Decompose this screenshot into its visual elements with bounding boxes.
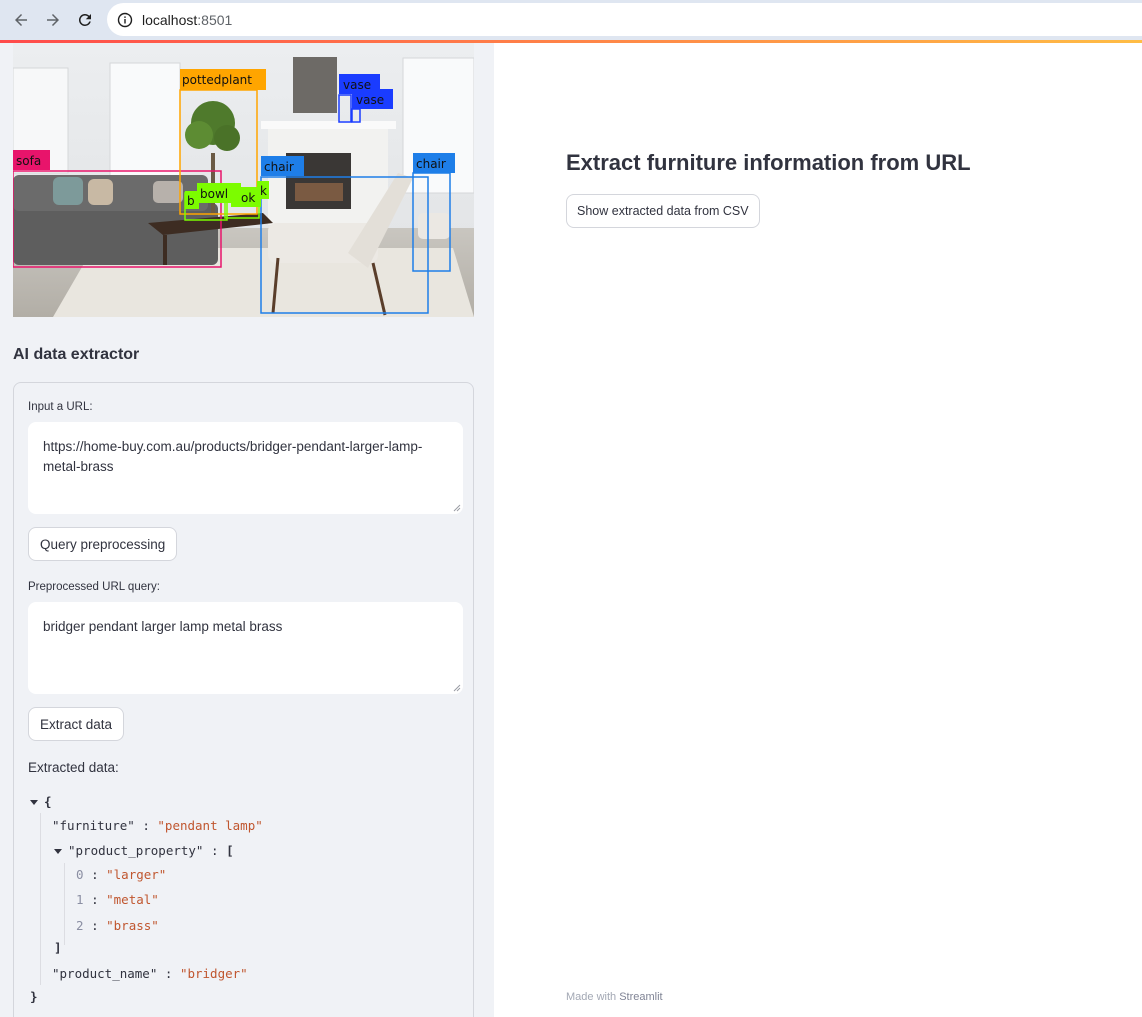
preprocessed-query-input[interactable]: bridger pendant larger lamp metal brass — [28, 602, 463, 694]
book-partial-label: k — [260, 184, 267, 198]
sidebar: sofa pottedplant vase vase chair chair b… — [0, 43, 494, 1017]
page-title: Extract furniture information from URL — [566, 150, 971, 175]
url-input-label: Input a URL: — [28, 401, 93, 413]
chair-label-2: chair — [416, 157, 446, 171]
json-array-item: 0 : "larger" — [76, 867, 167, 882]
url-input[interactable]: https://home-buy.com.au/products/bridger… — [28, 422, 463, 514]
resize-handle-icon[interactable] — [453, 684, 461, 692]
browser-toolbar: localhost:8501 — [0, 0, 1142, 40]
extractor-form: Input a URL: https://home-buy.com.au/pro… — [13, 382, 474, 1017]
url-text: localhost:8501 — [142, 11, 233, 28]
json-property-row: "product_property" : [ — [54, 842, 234, 860]
chair-label-1: chair — [264, 160, 294, 174]
bowl-label: bowl — [200, 187, 228, 201]
book-label: ok — [241, 191, 255, 205]
json-array-item: 1 : "metal" — [76, 892, 159, 907]
detection-result-image: sofa pottedplant vase vase chair chair b… — [13, 43, 474, 317]
collapse-caret-icon[interactable] — [54, 849, 62, 854]
query-label: Preprocessed URL query: — [28, 581, 160, 593]
address-bar[interactable]: localhost:8501 — [107, 3, 1142, 36]
vase-label-1: vase — [343, 78, 371, 92]
vase-label-2: vase — [356, 93, 384, 107]
url-input-value: https://home-buy.com.au/products/bridger… — [43, 439, 423, 474]
extracted-data-label: Extracted data: — [28, 760, 119, 775]
extract-data-button[interactable]: Extract data — [28, 707, 125, 741]
sofa-label: sofa — [16, 154, 41, 168]
json-furniture-row: "furniture" : "pendant lamp" — [52, 818, 263, 833]
pottedplant-label: pottedplant — [182, 73, 252, 87]
bowl-partial-label: b — [187, 194, 195, 208]
forward-arrow-icon[interactable] — [37, 4, 69, 36]
json-array-item: 2 : "brass" — [76, 918, 159, 933]
info-icon[interactable] — [117, 12, 133, 28]
resize-handle-icon[interactable] — [453, 504, 461, 512]
preprocessed-query-value: bridger pendant larger lamp metal brass — [43, 619, 283, 634]
json-product-name-row: "product_name" : "bridger" — [52, 966, 248, 981]
query-preprocessing-button[interactable]: Query preprocessing — [28, 527, 178, 561]
back-arrow-icon[interactable] — [5, 4, 37, 36]
collapse-caret-icon[interactable] — [30, 800, 38, 805]
footer: Made with Streamlit — [566, 991, 663, 1003]
reload-icon[interactable] — [69, 4, 101, 36]
show-csv-button[interactable]: Show extracted data from CSV — [566, 194, 760, 228]
sidebar-title: AI data extractor — [13, 346, 140, 363]
streamlit-link[interactable]: Streamlit — [619, 991, 662, 1003]
